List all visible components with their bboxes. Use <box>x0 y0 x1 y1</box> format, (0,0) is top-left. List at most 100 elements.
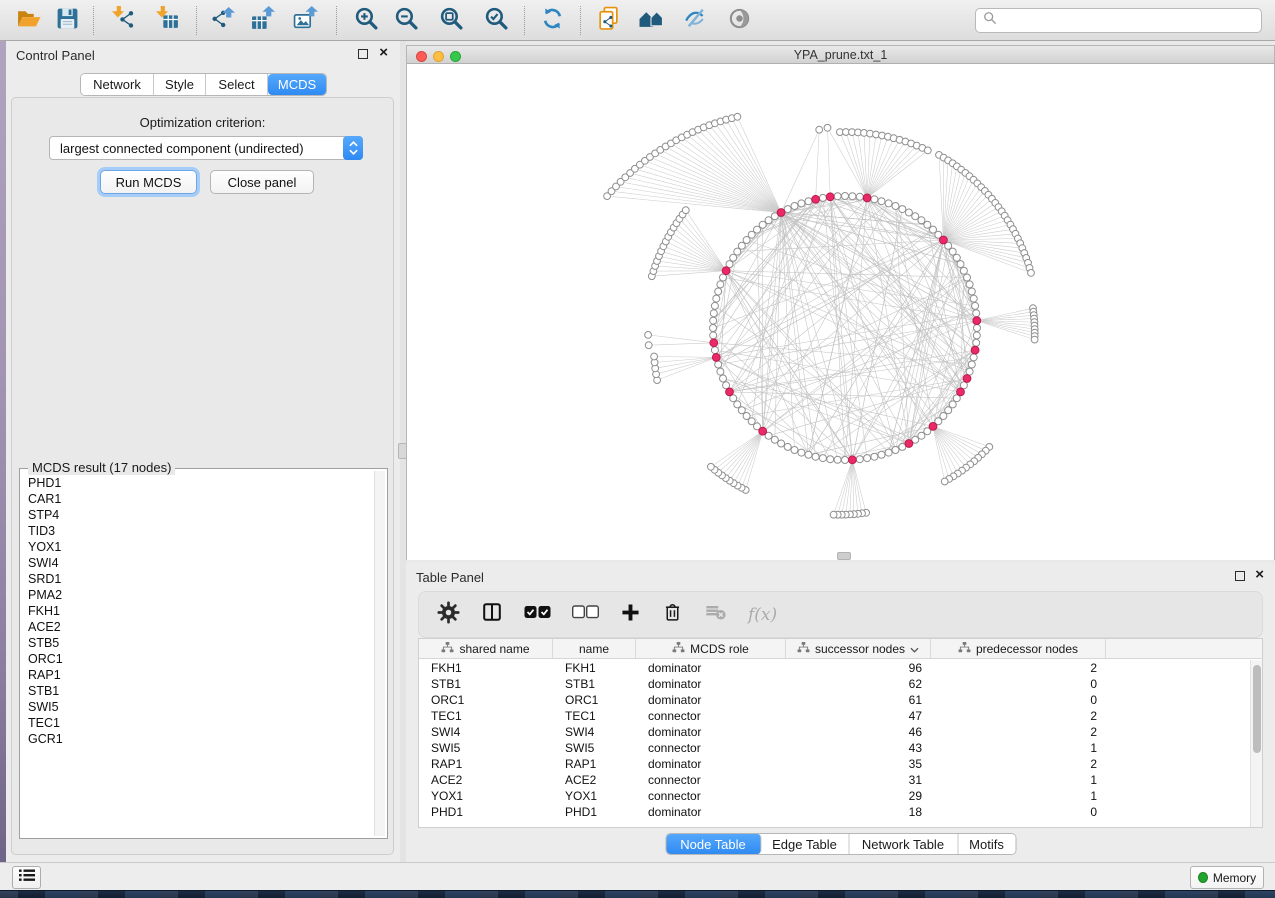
satellite-node[interactable] <box>1028 270 1035 277</box>
mcds-hub-node[interactable] <box>849 456 857 464</box>
cell-shared-name[interactable]: YOX1 <box>419 789 553 803</box>
network-node[interactable] <box>791 203 798 210</box>
mcds-hub-node[interactable] <box>712 354 720 362</box>
settings-button[interactable] <box>437 601 460 629</box>
cell-name[interactable]: RAP1 <box>553 757 636 771</box>
network-node[interactable] <box>892 203 899 210</box>
cell-MCDS-role[interactable]: dominator <box>636 677 786 691</box>
close-panel-icon[interactable]: × <box>379 45 388 61</box>
cell-predecessor-nodes[interactable]: 2 <box>931 709 1106 723</box>
table-scrollbar-thumb[interactable] <box>1253 665 1261 753</box>
tab-network-table[interactable]: Network Table <box>849 834 958 854</box>
table-row[interactable]: RAP1RAP1dominator352 <box>419 756 1250 772</box>
network-node[interactable] <box>966 281 973 288</box>
mcds-result-item[interactable]: TEC1 <box>28 715 373 731</box>
network-node[interactable] <box>738 242 745 249</box>
table-row[interactable]: STB1STB1dominator620 <box>419 676 1250 692</box>
cell-name[interactable]: TEC1 <box>553 709 636 723</box>
network-node[interactable] <box>970 354 977 361</box>
network-window-titlebar[interactable]: YPA_prune.txt_1 <box>407 46 1274 64</box>
run-mcds-button[interactable]: Run MCDS <box>100 170 197 194</box>
hide-style-button[interactable] <box>680 6 710 35</box>
add-column-button[interactable] <box>620 602 641 628</box>
network-node[interactable] <box>970 295 977 302</box>
network-node[interactable] <box>791 447 798 454</box>
cell-MCDS-role[interactable]: dominator <box>636 661 786 675</box>
cell-successor-nodes[interactable]: 61 <box>786 693 931 707</box>
column-header-name[interactable]: name <box>553 639 636 658</box>
network-node[interactable] <box>968 288 975 295</box>
cell-MCDS-role[interactable]: dominator <box>636 725 786 739</box>
zoom-fit-button[interactable] <box>436 6 466 35</box>
network-node[interactable] <box>720 375 727 382</box>
network-node[interactable] <box>973 310 980 317</box>
mcds-result-item[interactable]: PMA2 <box>28 587 373 603</box>
cell-successor-nodes[interactable]: 62 <box>786 677 931 691</box>
network-node[interactable] <box>711 347 718 354</box>
mcds-result-item[interactable]: FKH1 <box>28 603 373 619</box>
search-box[interactable] <box>975 8 1262 33</box>
cell-predecessor-nodes[interactable]: 1 <box>931 773 1106 787</box>
cell-name[interactable]: SWI4 <box>553 725 636 739</box>
mcds-result-item[interactable]: TID3 <box>28 523 373 539</box>
network-node[interactable] <box>710 332 717 339</box>
cell-MCDS-role[interactable]: dominator <box>636 693 786 707</box>
network-canvas[interactable] <box>407 64 1274 560</box>
network-node[interactable] <box>765 217 772 224</box>
tab-edge-table[interactable]: Edge Table <box>761 834 849 854</box>
network-node[interactable] <box>871 453 878 460</box>
cell-shared-name[interactable]: ACE2 <box>419 773 553 787</box>
satellite-node[interactable] <box>816 126 823 133</box>
mcds-hub-node[interactable] <box>957 388 965 396</box>
network-node[interactable] <box>734 248 741 255</box>
column-header-shared-name[interactable]: shared name <box>419 639 553 658</box>
network-node[interactable] <box>973 339 980 346</box>
network-node[interactable] <box>771 436 778 443</box>
satellite-node[interactable] <box>941 478 948 485</box>
mcds-hub-node[interactable] <box>963 375 971 383</box>
cell-successor-nodes[interactable]: 47 <box>786 709 931 723</box>
satellite-node[interactable] <box>651 353 658 360</box>
column-header-successor-nodes[interactable]: successor nodes <box>786 639 931 658</box>
cell-successor-nodes[interactable]: 43 <box>786 741 931 755</box>
satellite-node[interactable] <box>645 332 652 339</box>
import-table-button[interactable] <box>152 6 182 35</box>
cell-name[interactable]: FKH1 <box>553 661 636 675</box>
table-row[interactable]: FKH1FKH1dominator962 <box>419 660 1250 676</box>
satellite-node[interactable] <box>708 463 715 470</box>
network-node[interactable] <box>949 401 956 408</box>
network-node[interactable] <box>805 451 812 458</box>
cell-successor-nodes[interactable]: 96 <box>786 661 931 675</box>
satellite-node[interactable] <box>734 113 741 120</box>
network-node[interactable] <box>849 193 856 200</box>
network-node[interactable] <box>960 267 967 274</box>
network-node[interactable] <box>953 254 960 261</box>
cell-MCDS-role[interactable]: connector <box>636 741 786 755</box>
network-node[interactable] <box>945 407 952 414</box>
cell-predecessor-nodes[interactable]: 0 <box>931 677 1106 691</box>
network-node[interactable] <box>710 325 717 332</box>
network-node[interactable] <box>717 368 724 375</box>
cell-shared-name[interactable]: FKH1 <box>419 661 553 675</box>
cell-name[interactable]: YOX1 <box>553 789 636 803</box>
network-node[interactable] <box>905 209 912 216</box>
network-node[interactable] <box>864 455 871 462</box>
network-node[interactable] <box>924 221 931 228</box>
network-node[interactable] <box>918 432 925 439</box>
criterion-dropdown[interactable]: largest connected component (undirected) <box>49 136 363 160</box>
table-row[interactable]: SWI4SWI4dominator462 <box>419 724 1250 740</box>
column-header-predecessor-nodes[interactable]: predecessor nodes <box>931 639 1106 658</box>
cell-shared-name[interactable]: SWI5 <box>419 741 553 755</box>
network-node[interactable] <box>966 368 973 375</box>
cell-successor-nodes[interactable]: 29 <box>786 789 931 803</box>
network-node[interactable] <box>899 206 906 213</box>
tab-network[interactable]: Network <box>81 74 154 95</box>
tab-style[interactable]: Style <box>154 74 206 95</box>
network-node[interactable] <box>710 310 717 317</box>
mcds-result-item[interactable]: CAR1 <box>28 491 373 507</box>
cell-name[interactable]: ACE2 <box>553 773 636 787</box>
network-node[interactable] <box>968 361 975 368</box>
cell-predecessor-nodes[interactable]: 1 <box>931 789 1106 803</box>
cell-MCDS-role[interactable]: connector <box>636 773 786 787</box>
cell-name[interactable]: ORC1 <box>553 693 636 707</box>
